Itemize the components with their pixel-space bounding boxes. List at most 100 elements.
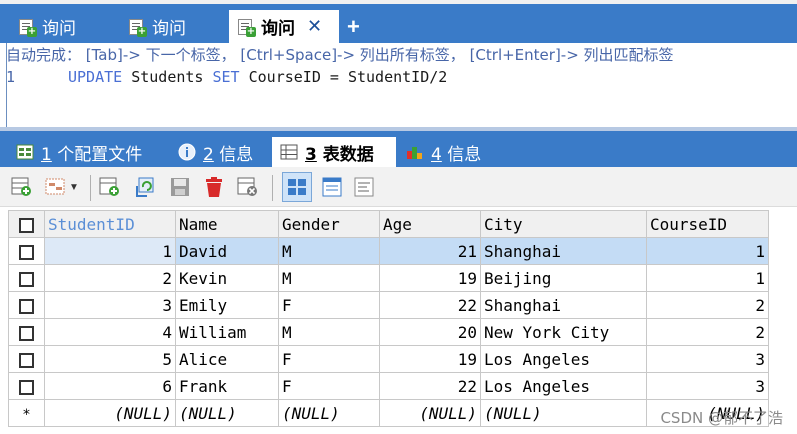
cell-age[interactable]: 22 [379, 372, 481, 400]
row-checkbox-cell[interactable] [8, 318, 45, 346]
cell-courseid[interactable]: 3 [646, 345, 769, 373]
cell-courseid[interactable]: 1 [646, 237, 769, 265]
cell-name[interactable]: Alice [175, 345, 279, 373]
tab-profiles-label: 个配置文件 [51, 144, 143, 165]
query-tab-1[interactable]: + 询问 [4, 10, 114, 43]
query-tab-label: 询问 [261, 19, 295, 39]
clear-grid-icon [237, 177, 257, 196]
cell-age[interactable]: 21 [379, 237, 481, 265]
cell-gender[interactable]: F [278, 291, 380, 319]
column-header-name[interactable]: Name [175, 210, 279, 238]
cell-studentid[interactable]: 6 [44, 372, 176, 400]
clear-button[interactable] [236, 175, 260, 199]
row-checkbox-cell[interactable] [8, 264, 45, 292]
autocomplete-hint: 自动完成： [Tab]-> 下一个标签， [Ctrl+Space]-> 列出所有… [6, 46, 674, 64]
table-row[interactable]: 2 Kevin M 19 Beijing 1 [8, 264, 769, 292]
tab-info4-num: 4 [431, 144, 442, 165]
delete-button[interactable] [202, 175, 226, 199]
row-checkbox[interactable] [19, 325, 34, 341]
row-checkbox[interactable] [19, 298, 34, 314]
new-tab-button[interactable]: + [347, 14, 360, 40]
cell-gender[interactable]: F [278, 372, 380, 400]
cell-studentid[interactable]: 1 [44, 237, 176, 265]
filter-button[interactable] [44, 175, 68, 199]
cell-gender[interactable]: M [278, 264, 380, 292]
column-header-courseid[interactable]: CourseID [646, 210, 769, 238]
cell-age[interactable]: 19 [379, 264, 481, 292]
column-header-gender[interactable]: Gender [278, 210, 380, 238]
code-line[interactable]: 1 UPDATE Students SET CourseID = StudentI… [6, 68, 447, 86]
row-checkbox-cell[interactable] [8, 237, 45, 265]
cell-courseid[interactable]: 2 [646, 318, 769, 346]
duplicate-row-button[interactable] [98, 175, 122, 199]
cell-name[interactable]: David [175, 237, 279, 265]
cell-gender[interactable]: F [278, 345, 380, 373]
cell-city[interactable]: Los Angeles [480, 345, 647, 373]
table-row[interactable]: 1 David M 21 Shanghai 1 [8, 237, 769, 265]
column-header-studentid[interactable]: StudentID [44, 210, 176, 238]
cell-name[interactable]: Kevin [175, 264, 279, 292]
cell-name[interactable]: Emily [175, 291, 279, 319]
select-all-checkbox[interactable] [19, 217, 34, 233]
table-row[interactable]: 4 William M 20 New York City 2 [8, 318, 769, 346]
column-header-city[interactable]: City [480, 210, 647, 238]
cell-studentid[interactable]: 2 [44, 264, 176, 292]
sql-keyword-update: UPDATE [68, 68, 123, 86]
cell-studentid[interactable]: 4 [44, 318, 176, 346]
close-icon[interactable]: ✕ [307, 16, 322, 37]
save-button[interactable] [168, 175, 192, 199]
grid-view-button[interactable] [282, 172, 312, 202]
row-checkbox-cell[interactable] [8, 291, 45, 319]
tab-info-2[interactable]: 2 信息 [170, 137, 270, 167]
cell-city[interactable]: Beijing [480, 264, 647, 292]
refresh-button[interactable] [134, 175, 158, 199]
row-checkbox[interactable] [19, 352, 34, 368]
tab-info-4[interactable]: 4 信息 [398, 137, 498, 167]
tab-profiles[interactable]: 1 个配置文件 [8, 137, 168, 167]
row-checkbox[interactable] [19, 244, 34, 260]
null-cell[interactable]: (NULL) [379, 399, 481, 427]
cell-name[interactable]: Frank [175, 372, 279, 400]
cell-age[interactable]: 20 [379, 318, 481, 346]
text-view-icon [354, 177, 374, 197]
cell-courseid[interactable]: 2 [646, 291, 769, 319]
null-cell[interactable]: (NULL) [175, 399, 279, 427]
cell-city[interactable]: New York City [480, 318, 647, 346]
new-row-marker: * [8, 399, 45, 427]
text-view-button[interactable] [352, 175, 376, 199]
new-row[interactable]: * (NULL) (NULL) (NULL) (NULL) (NULL) (NU… [8, 399, 769, 427]
cell-city[interactable]: Los Angeles [480, 372, 647, 400]
row-checkbox-cell[interactable] [8, 345, 45, 373]
filter-dropdown[interactable]: ▼ [66, 175, 82, 199]
table-row[interactable]: 6 Frank F 22 Los Angeles 3 [8, 372, 769, 400]
cell-city[interactable]: Shanghai [480, 237, 647, 265]
select-all-header[interactable] [8, 210, 45, 238]
form-view-button[interactable] [320, 175, 344, 199]
query-tab-3-active[interactable]: + 询问 ✕ [229, 10, 339, 43]
query-tab-2[interactable]: + 询问 [114, 10, 226, 43]
column-header-age[interactable]: Age [379, 210, 481, 238]
row-checkbox[interactable] [19, 271, 34, 287]
row-checkbox[interactable] [19, 379, 34, 395]
cell-name[interactable]: William [175, 318, 279, 346]
null-cell[interactable]: (NULL) [278, 399, 380, 427]
cell-age[interactable]: 22 [379, 291, 481, 319]
table-row[interactable]: 5 Alice F 19 Los Angeles 3 [8, 345, 769, 373]
row-checkbox-cell[interactable] [8, 372, 45, 400]
cell-courseid[interactable]: 3 [646, 372, 769, 400]
cell-courseid[interactable]: 1 [646, 264, 769, 292]
form-view-icon [322, 177, 342, 197]
query-tab-bar: + 询问 + 询问 + 询问 ✕ + [0, 0, 797, 43]
table-row[interactable]: 3 Emily F 22 Shanghai 2 [8, 291, 769, 319]
cell-gender[interactable]: M [278, 237, 380, 265]
cell-studentid[interactable]: 5 [44, 345, 176, 373]
cell-studentid[interactable]: 3 [44, 291, 176, 319]
add-row-button[interactable] [10, 175, 34, 199]
null-cell[interactable]: (NULL) [44, 399, 176, 427]
null-cell[interactable]: (NULL) [480, 399, 647, 427]
cell-city[interactable]: Shanghai [480, 291, 647, 319]
cell-age[interactable]: 19 [379, 345, 481, 373]
tab-table-data-num: 3 [305, 144, 317, 165]
tab-table-data[interactable]: 3 表数据 [272, 137, 396, 167]
cell-gender[interactable]: M [278, 318, 380, 346]
